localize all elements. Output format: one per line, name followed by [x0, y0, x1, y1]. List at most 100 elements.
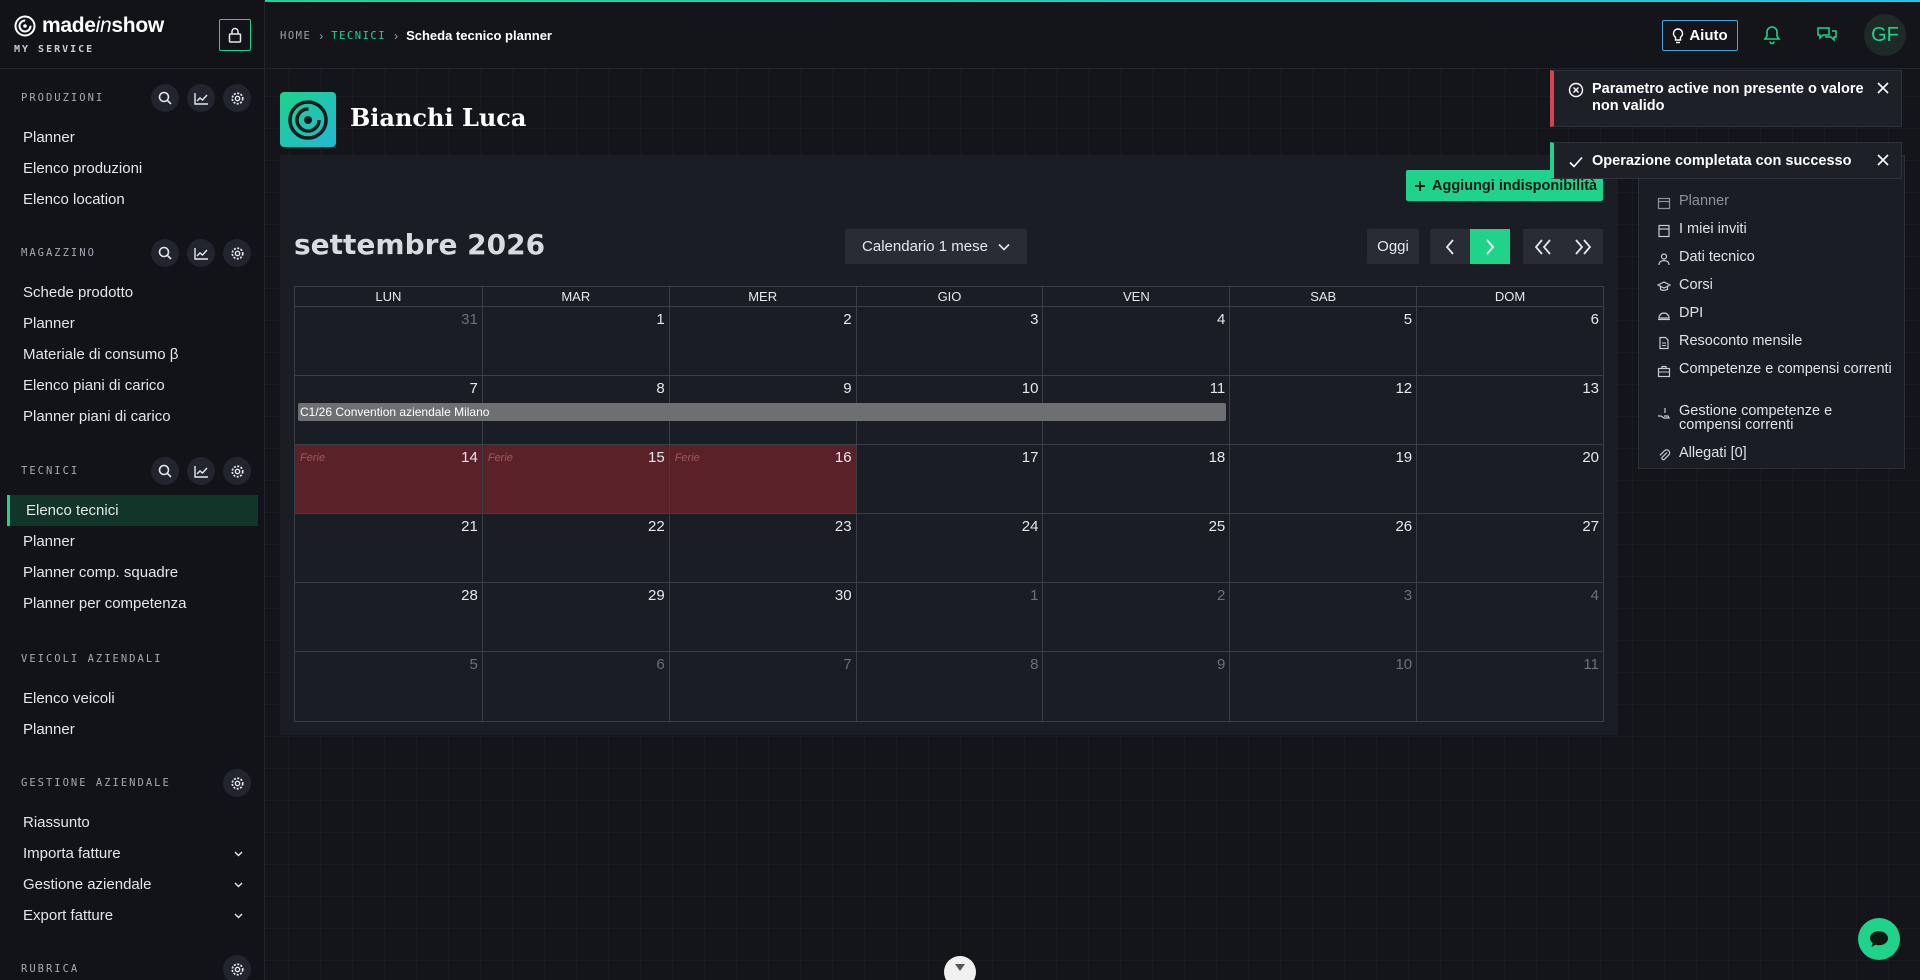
settings-button[interactable]	[223, 769, 251, 797]
sidebar-item-elenco-tecnici[interactable]: Elenco tecnici	[7, 495, 258, 526]
calendar-day[interactable]: 8	[855, 652, 1043, 721]
sidebar-item-planner-magazzino[interactable]: Planner	[0, 308, 265, 339]
calendar-day[interactable]: 5	[1229, 307, 1416, 375]
calendar-day[interactable]: 25	[1042, 514, 1229, 582]
day-number: 23	[834, 518, 852, 535]
sidebar-item-elenco-produzioni[interactable]: Elenco produzioni	[0, 153, 265, 184]
calendar-event[interactable]: C1/26 Convention aziendale Milano	[298, 403, 1226, 421]
prev-year-button[interactable]	[1523, 229, 1563, 264]
menu-item-dpi[interactable]: DPI	[1657, 306, 1897, 322]
sidebar-item-riassunto[interactable]: Riassunto	[0, 807, 265, 838]
user-avatar[interactable]: GF	[1864, 14, 1906, 56]
search-button[interactable]	[151, 84, 179, 112]
settings-button[interactable]	[223, 84, 251, 112]
menu-item-corsi[interactable]: Corsi	[1657, 278, 1897, 294]
menu-item-miei-inviti[interactable]: I miei inviti	[1657, 222, 1897, 238]
calendar-day[interactable]: 5	[295, 652, 482, 721]
menu-item-allegati[interactable]: Allegati [0]	[1657, 446, 1897, 462]
calendar-day[interactable]: 6	[1416, 307, 1603, 375]
calendar-day[interactable]: 2	[1042, 583, 1229, 651]
calendar-day[interactable]: 28	[295, 583, 482, 651]
search-button[interactable]	[151, 239, 179, 267]
menu-item-resoconto-mensile[interactable]: Resoconto mensile	[1657, 334, 1897, 350]
sidebar-item-planner-veicoli[interactable]: Planner	[0, 714, 265, 745]
calendar-day[interactable]: 20	[1416, 445, 1603, 513]
chat-support-button[interactable]	[1858, 918, 1900, 960]
calendar-day[interactable]: 10	[1229, 652, 1416, 721]
calendar-day[interactable]: 27	[1416, 514, 1603, 582]
settings-button[interactable]	[223, 239, 251, 267]
stats-button[interactable]	[187, 84, 215, 112]
calendar-day[interactable]: 1	[481, 307, 669, 375]
menu-item-gestione-competenze[interactable]: Gestione competenze e compensi correnti	[1657, 404, 1897, 432]
sidebar-item-planner-comp-squadre[interactable]: Planner comp. squadre	[0, 557, 265, 588]
menu-item-planner[interactable]: Planner	[1657, 194, 1897, 210]
settings-button[interactable]	[223, 955, 251, 980]
calendar-day[interactable]: 3	[855, 307, 1043, 375]
close-icon[interactable]	[1875, 81, 1891, 95]
lock-sidebar-button[interactable]	[219, 19, 251, 51]
bell-icon[interactable]	[1763, 25, 1781, 45]
prev-month-button[interactable]	[1430, 229, 1470, 264]
calendar-day-leave[interactable]: Ferie 14	[295, 445, 482, 513]
sidebar-item-planner-per-competenza[interactable]: Planner per competenza	[0, 588, 265, 619]
calendar-day[interactable]: 18	[1042, 445, 1229, 513]
next-year-button[interactable]	[1563, 229, 1603, 264]
section-veicoli: VEICOLI AZIENDALI Elenco veicoli Planner	[0, 643, 265, 745]
stats-button[interactable]	[187, 239, 215, 267]
sidebar-item-gestione-aziendale[interactable]: Gestione aziendale	[0, 869, 265, 900]
help-button[interactable]: Aiuto	[1662, 20, 1738, 51]
sidebar: madeinshow MY SERVICE PRODUZIONI Planner…	[0, 0, 265, 980]
calendar-day[interactable]: 17	[855, 445, 1043, 513]
sidebar-item-elenco-piani-carico[interactable]: Elenco piani di carico	[0, 370, 265, 401]
sidebar-item-planner-produzioni[interactable]: Planner	[0, 122, 265, 153]
calendar-day[interactable]: 7	[668, 652, 856, 721]
calendar-day[interactable]: 26	[1229, 514, 1416, 582]
calendar-day[interactable]: 19	[1229, 445, 1416, 513]
menu-item-dati-tecnico[interactable]: Dati tecnico	[1657, 250, 1897, 266]
calendar-day[interactable]: 3	[1229, 583, 1416, 651]
calendar-day[interactable]: 1	[855, 583, 1043, 651]
calendar-day[interactable]: 30	[668, 583, 856, 651]
calendar-day[interactable]: 9	[1042, 652, 1229, 721]
calendar-day[interactable]: 11	[1416, 652, 1603, 721]
chat-bubbles-icon[interactable]	[1816, 25, 1838, 45]
calendar-day[interactable]: 12	[1229, 376, 1416, 444]
brand-logo[interactable]: madeinshow MY SERVICE	[14, 14, 164, 55]
calendar-day[interactable]: 24	[855, 514, 1043, 582]
sidebar-item-planner-tecnici[interactable]: Planner	[0, 526, 265, 557]
sidebar-item-export-fatture[interactable]: Export fatture	[0, 900, 265, 931]
sidebar-item-label: Gestione aziendale	[23, 876, 152, 893]
view-selector[interactable]: Calendario 1 mese	[845, 229, 1027, 264]
sidebar-item-elenco-location[interactable]: Elenco location	[0, 184, 265, 215]
calendar-day[interactable]: 21	[295, 514, 482, 582]
calendar-day[interactable]: 31	[295, 307, 482, 375]
calendar-day[interactable]: 23	[668, 514, 856, 582]
sidebar-item-materiale-consumo[interactable]: Materiale di consumo β	[0, 339, 265, 370]
menu-item-label: Resoconto mensile	[1679, 333, 1803, 349]
calendar-day[interactable]: 4	[1042, 307, 1229, 375]
calendar-day-leave[interactable]: Ferie 15	[481, 445, 669, 513]
calendar-day[interactable]: 2	[668, 307, 856, 375]
scroll-down-button[interactable]	[944, 956, 976, 980]
search-button[interactable]	[151, 457, 179, 485]
sidebar-item-planner-piani-carico[interactable]: Planner piani di carico	[0, 401, 265, 432]
breadcrumb-home[interactable]: HOME	[280, 30, 311, 42]
calendar-day-leave[interactable]: Ferie 16	[668, 445, 856, 513]
breadcrumb-tecnici[interactable]: TECNICI	[331, 30, 386, 42]
next-month-button[interactable]	[1470, 229, 1510, 264]
today-button[interactable]: Oggi	[1367, 229, 1419, 264]
calendar-day[interactable]: 29	[481, 583, 669, 651]
menu-item-competenze-compensi[interactable]: Competenze e compensi correnti	[1657, 362, 1897, 378]
settings-button[interactable]	[223, 457, 251, 485]
sidebar-item-elenco-veicoli[interactable]: Elenco veicoli	[0, 683, 265, 714]
sidebar-item-importa-fatture[interactable]: Importa fatture	[0, 838, 265, 869]
stats-button[interactable]	[187, 457, 215, 485]
sidebar-item-schede-prodotto[interactable]: Schede prodotto	[0, 277, 265, 308]
calendar-day[interactable]: 4	[1416, 583, 1603, 651]
calendar-day[interactable]: 6	[481, 652, 669, 721]
calendar-day[interactable]: 22	[481, 514, 669, 582]
close-icon[interactable]	[1875, 153, 1891, 167]
sidebar-item-label: Riassunto	[23, 814, 90, 831]
calendar-day[interactable]: 13	[1416, 376, 1603, 444]
